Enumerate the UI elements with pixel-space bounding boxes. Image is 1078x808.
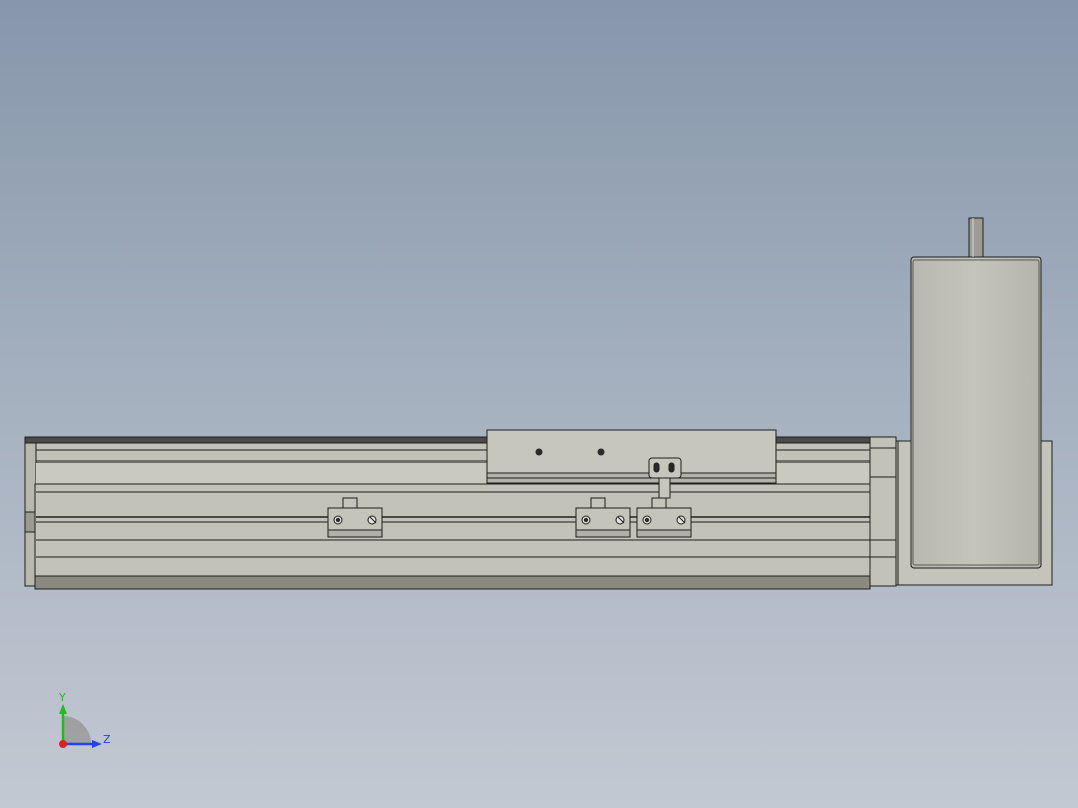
y-axis-label: Y bbox=[58, 691, 66, 704]
carriage-slider bbox=[486, 429, 777, 484]
cad-viewport[interactable]: Y Z bbox=[0, 0, 1078, 808]
z-axis-arrowhead bbox=[92, 740, 102, 748]
orientation-triad[interactable]: Y Z bbox=[58, 691, 111, 748]
carriage-mount-hole-left bbox=[535, 448, 543, 456]
stepper-motor bbox=[910, 256, 1042, 569]
motor-shaft bbox=[968, 217, 984, 258]
y-axis-arrowhead bbox=[59, 704, 67, 714]
triad-plane-wedge bbox=[63, 716, 91, 744]
z-axis-label: Z bbox=[103, 733, 111, 746]
carriage-mount-hole-right bbox=[597, 448, 605, 456]
x-axis-dot bbox=[59, 740, 67, 748]
